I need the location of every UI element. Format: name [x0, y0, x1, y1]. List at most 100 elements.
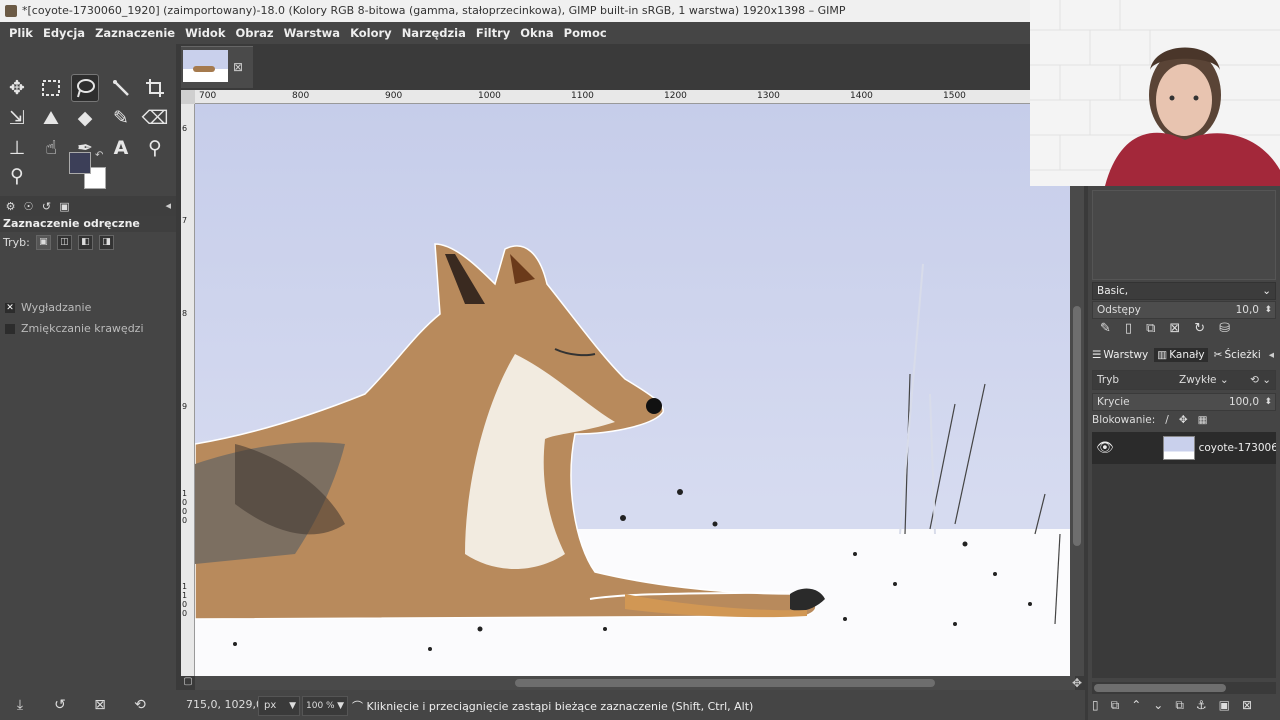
feather-option[interactable]: Zmiękczanie krawędzi: [5, 322, 144, 335]
paths-tab-icon: ✂: [1213, 349, 1223, 361]
image-canvas[interactable]: [195, 104, 1070, 676]
foreground-color-swatch[interactable]: [69, 152, 91, 174]
clone-icon[interactable]: ⊥: [3, 134, 31, 162]
tab-menu-icon[interactable]: ◂: [165, 199, 171, 212]
move-icon[interactable]: ✥: [3, 74, 31, 102]
new-layer-group-icon[interactable]: ▯: [1092, 698, 1099, 713]
crop-icon[interactable]: [141, 74, 169, 102]
horizontal-scrollbar[interactable]: [195, 676, 1075, 690]
coyote-photo: [195, 243, 1061, 651]
reset-options-icon[interactable]: ⟲: [120, 697, 160, 713]
menu-plik[interactable]: Plik: [4, 26, 38, 40]
smudge-icon[interactable]: ☝: [37, 134, 65, 162]
vertical-scroll-thumb[interactable]: [1073, 306, 1081, 546]
refresh-brush-icon[interactable]: ↻: [1194, 321, 1205, 336]
menu-pomoc[interactable]: Pomoc: [559, 26, 612, 40]
bucket-fill-icon[interactable]: ◆: [71, 104, 99, 132]
layers-list-area[interactable]: [1092, 464, 1276, 678]
tab-kanaly[interactable]: ▥ Kanały: [1154, 348, 1208, 362]
image-tab-thumbnail[interactable]: [183, 50, 228, 82]
rect-select-icon[interactable]: [37, 74, 65, 102]
tab-warstwy[interactable]: ☰ Warstwy: [1092, 349, 1148, 361]
menu-edycja[interactable]: Edycja: [38, 26, 90, 40]
menu-warstwa[interactable]: Warstwa: [279, 26, 345, 40]
lower-layer-icon[interactable]: ⌄: [1153, 698, 1163, 713]
tab-sciezki[interactable]: ✂ Ścieżki: [1214, 349, 1261, 361]
mode-replace-icon[interactable]: ▣: [35, 235, 51, 250]
restore-options-icon[interactable]: ↺: [40, 697, 80, 713]
feather-checkbox[interactable]: [5, 323, 15, 334]
navigate-icon[interactable]: ✥: [1072, 676, 1086, 690]
mode-reset-icon[interactable]: ⟲ ⌄: [1250, 371, 1271, 389]
lock-alpha-icon[interactable]: ▦: [1198, 414, 1208, 426]
ruler-corner[interactable]: [181, 90, 195, 104]
vertical-scrollbar[interactable]: [1070, 186, 1084, 676]
edit-brush-icon[interactable]: ✎: [1100, 321, 1111, 336]
warp-icon[interactable]: ⛰: [37, 104, 65, 132]
layers-scroll-thumb[interactable]: [1094, 684, 1226, 692]
tool-options-tab-icon[interactable]: ⚙: [3, 199, 18, 214]
tab-menu-icon[interactable]: ◂: [1269, 349, 1274, 361]
mode-intersect-icon[interactable]: ◨: [98, 235, 114, 250]
transform-icon[interactable]: ⇲: [3, 104, 31, 132]
magic-wand-icon[interactable]: [107, 74, 135, 102]
mask-icon[interactable]: ▣: [1219, 698, 1230, 713]
menu-narzedzia[interactable]: Narzędzia: [397, 26, 471, 40]
layers-horizontal-scrollbar[interactable]: [1092, 682, 1276, 694]
text-icon[interactable]: A: [107, 134, 135, 162]
spin-arrows-icon[interactable]: ⬍: [1264, 394, 1272, 410]
vertical-ruler[interactable]: 6 7 8 9 1000 1100: [181, 104, 195, 676]
delete-options-icon[interactable]: ⊠: [80, 697, 120, 713]
delete-layer-icon[interactable]: ⊠: [1242, 698, 1252, 713]
images-tab-icon[interactable]: ▣: [57, 199, 72, 214]
new-layer-icon[interactable]: ⧉: [1111, 698, 1120, 713]
layer-row[interactable]: 👁 coyote-1730060: [1092, 432, 1276, 464]
paintbrush-icon[interactable]: ✎: [107, 104, 135, 132]
brush-spacing-slider[interactable]: Odstępy 10,0 ⬍: [1092, 301, 1276, 319]
brush-preview-area[interactable]: [1092, 190, 1276, 280]
unit-select[interactable]: px ▼: [258, 696, 300, 716]
tool-options-title: Zaznaczenie odręczne: [0, 216, 176, 232]
lasso-icon[interactable]: [71, 74, 99, 102]
mode-add-icon[interactable]: ◫: [56, 235, 72, 250]
duplicate-layer-icon[interactable]: ⧉: [1175, 698, 1184, 713]
duplicate-brush-icon[interactable]: ⧉: [1146, 321, 1155, 336]
save-options-icon[interactable]: ⤓: [0, 697, 40, 713]
menu-widok[interactable]: Widok: [180, 26, 230, 40]
eye-icon[interactable]: 👁: [1092, 440, 1118, 456]
device-status-tab-icon[interactable]: ☉: [21, 199, 36, 214]
delete-brush-icon[interactable]: ⊠: [1169, 321, 1180, 336]
menu-kolory[interactable]: Kolory: [345, 26, 397, 40]
undo-history-tab-icon[interactable]: ↺: [39, 199, 54, 214]
toolbox: ✥ ⇲ ⛰ ◆ ✎ ⌫ ⊥ ☝ ✒ A ⚲ ⚲: [0, 44, 176, 690]
raise-layer-icon[interactable]: ⌃: [1131, 698, 1141, 713]
quick-mask-icon[interactable]: ▢: [181, 676, 195, 690]
anchor-layer-icon[interactable]: ⚓: [1196, 698, 1207, 713]
menu-okna[interactable]: Okna: [515, 26, 558, 40]
horizontal-scroll-thumb[interactable]: [515, 679, 935, 687]
feather-label: Zmiękczanie krawędzi: [21, 322, 144, 335]
color-picker-icon[interactable]: ⚲: [141, 134, 169, 162]
horizontal-ruler[interactable]: 700 800 900 1000 1100 1200 1300 1400 150…: [195, 90, 1030, 104]
menu-zaznaczenie[interactable]: Zaznaczenie: [90, 26, 180, 40]
zoom-select[interactable]: 100 % ▼: [302, 696, 348, 716]
close-icon[interactable]: ⊠: [233, 60, 243, 74]
eraser-icon[interactable]: ⌫: [141, 104, 169, 132]
zoom-value: 100 %: [306, 701, 335, 711]
spin-arrows-icon[interactable]: ⬍: [1264, 302, 1272, 318]
zoom-icon[interactable]: ⚲: [3, 162, 31, 190]
lock-pixels-icon[interactable]: /: [1165, 414, 1169, 426]
layer-mode-select[interactable]: Zwykłe ⌄: [1179, 371, 1229, 389]
lock-position-icon[interactable]: ✥: [1179, 414, 1188, 426]
menu-obraz[interactable]: Obraz: [230, 26, 278, 40]
new-brush-icon[interactable]: ▯: [1125, 321, 1132, 336]
mode-subtract-icon[interactable]: ◧: [77, 235, 93, 250]
brush-preset-select[interactable]: Basic, ⌄: [1092, 282, 1276, 300]
spacing-value: 10,0: [1235, 304, 1259, 316]
menu-filtry[interactable]: Filtry: [471, 26, 515, 40]
swap-colors-icon[interactable]: ↶: [95, 151, 105, 161]
layer-opacity-slider[interactable]: Krycie 100,0 ⬍: [1092, 393, 1276, 411]
antialias-option[interactable]: ✕ Wygładzanie: [5, 301, 91, 314]
open-brush-icon[interactable]: ⛁: [1219, 321, 1230, 336]
antialias-checkbox[interactable]: ✕: [5, 302, 15, 313]
